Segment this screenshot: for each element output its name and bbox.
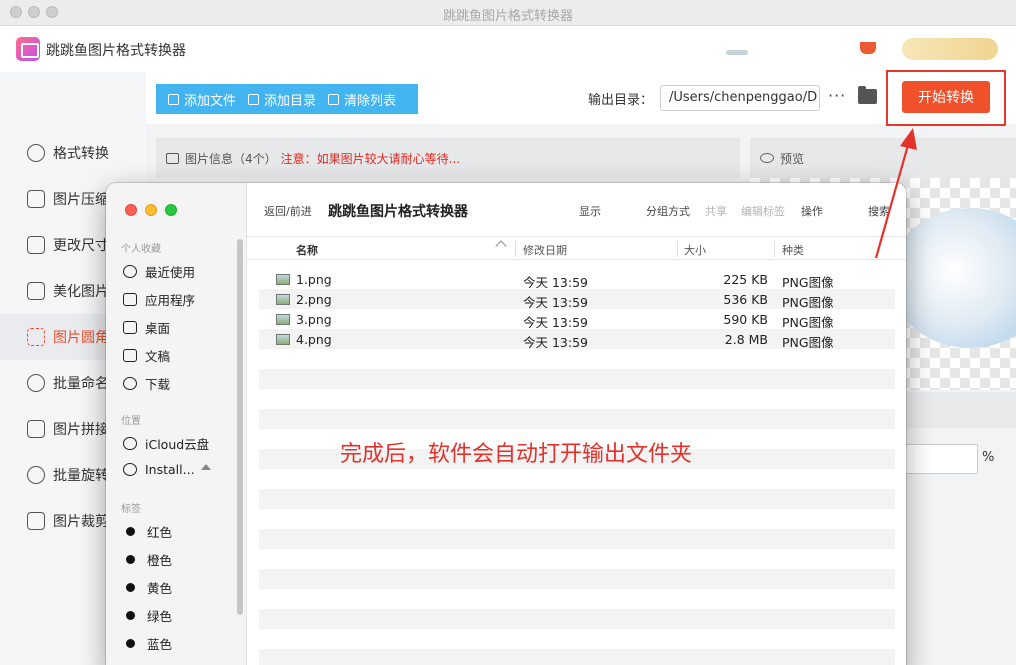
annotation-arrow-icon [874,128,917,259]
